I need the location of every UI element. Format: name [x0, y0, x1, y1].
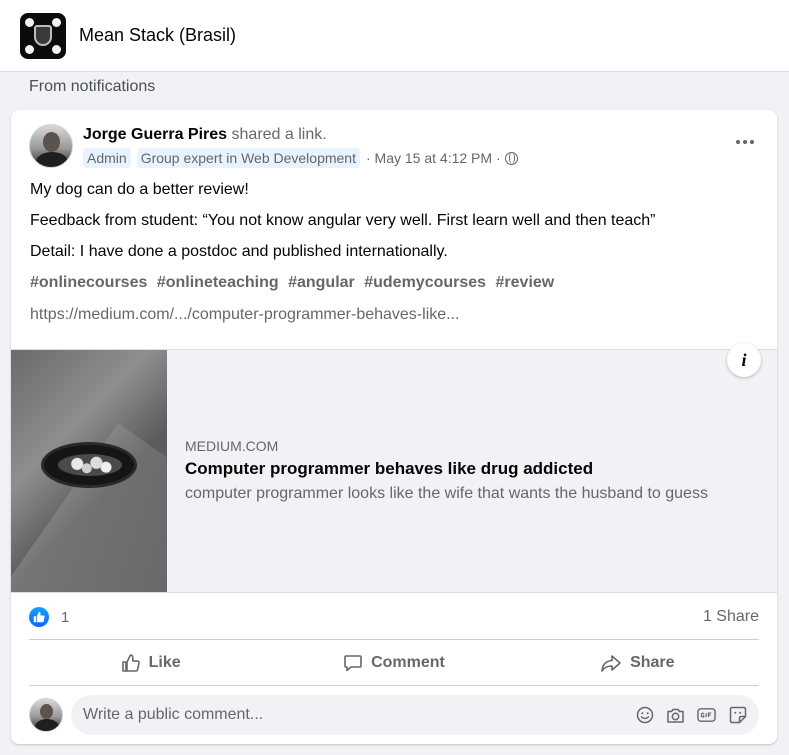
reactions-summary: 1 1 Share [29, 604, 759, 630]
post-text-line: My dog can do a better review! [30, 181, 249, 198]
post-action-text: shared a link. [227, 126, 327, 143]
more-options-button[interactable] [731, 132, 759, 152]
comment-composer: Write a public comment... [29, 695, 759, 735]
share-label: Share [630, 653, 675, 671]
group-logo[interactable] [20, 12, 66, 59]
preview-image[interactable] [11, 350, 167, 592]
hashtag-link[interactable]: #onlinecourses [30, 274, 147, 291]
camera-icon[interactable] [666, 706, 685, 725]
comment-placeholder: Write a public comment... [83, 706, 264, 723]
globe-icon[interactable] [504, 151, 518, 165]
emoji-icon[interactable] [635, 706, 654, 725]
logo-dot [25, 44, 34, 54]
like-button[interactable]: Like [29, 645, 272, 681]
logo-dot [25, 17, 34, 27]
preview-domain: MEDIUM.COM [185, 438, 279, 454]
logo-dot [52, 44, 61, 54]
hashtag-link[interactable]: #review [496, 274, 555, 291]
share-arrow-icon [601, 654, 621, 672]
expert-badge[interactable]: Group expert in Web Development [136, 148, 360, 168]
post-timestamp[interactable]: · May 15 at 4:12 PM · [366, 150, 501, 166]
group-title[interactable]: Mean Stack (Brasil) [79, 25, 236, 46]
group-header: Mean Stack (Brasil) [0, 0, 789, 72]
hashtag-list: #onlinecourses #onlineteaching #angular … [30, 274, 559, 292]
share-button[interactable]: Share [516, 645, 759, 681]
comment-input[interactable]: Write a public comment... [71, 695, 759, 735]
gif-icon[interactable] [697, 706, 716, 725]
thumbs-up-icon [121, 653, 140, 672]
section-label: From notifications [29, 78, 156, 95]
post-meta: Admin Group expert in Web Development · … [83, 148, 518, 168]
comment-tools [635, 706, 747, 725]
info-icon[interactable]: i [727, 343, 761, 377]
author-avatar[interactable] [29, 124, 73, 168]
preview-description: computer programmer looks like the wife … [185, 485, 708, 502]
comment-bubble-icon [344, 654, 362, 671]
post-text-line: Feedback from student: “You not know ang… [30, 212, 656, 229]
post-url-link[interactable]: https://medium.com/.../computer-programm… [30, 306, 459, 324]
hashtag-link[interactable]: #udemycourses [364, 274, 486, 291]
post-card: Jorge Guerra Pires shared a link. Admin … [11, 110, 777, 744]
author-name[interactable]: Jorge Guerra Pires [83, 126, 227, 143]
comment-button[interactable]: Comment [272, 645, 515, 681]
like-label: Like [148, 653, 181, 671]
reaction-count[interactable]: 1 [61, 609, 69, 626]
logo-dot [52, 17, 61, 27]
admin-badge[interactable]: Admin [83, 148, 131, 168]
viewer-avatar[interactable] [29, 698, 63, 732]
post-text-line: Detail: I have done a postdoc and publis… [30, 243, 448, 260]
more-icon [736, 140, 740, 144]
post-actions: Like Comment Share [29, 639, 759, 686]
sticker-icon[interactable] [728, 706, 747, 725]
post-header: Jorge Guerra Pires shared a link. [83, 126, 327, 144]
shield-icon [34, 24, 52, 46]
comment-label: Comment [371, 653, 445, 671]
hashtag-link[interactable]: #onlineteaching [157, 274, 279, 291]
hashtag-link[interactable]: #angular [288, 274, 355, 291]
link-preview[interactable]: i MEDIUM.COM Computer programmer behaves… [11, 343, 777, 593]
preview-title[interactable]: Computer programmer behaves like drug ad… [185, 459, 593, 479]
share-count[interactable]: 1 Share [703, 608, 759, 626]
like-reaction-icon[interactable] [29, 607, 49, 627]
